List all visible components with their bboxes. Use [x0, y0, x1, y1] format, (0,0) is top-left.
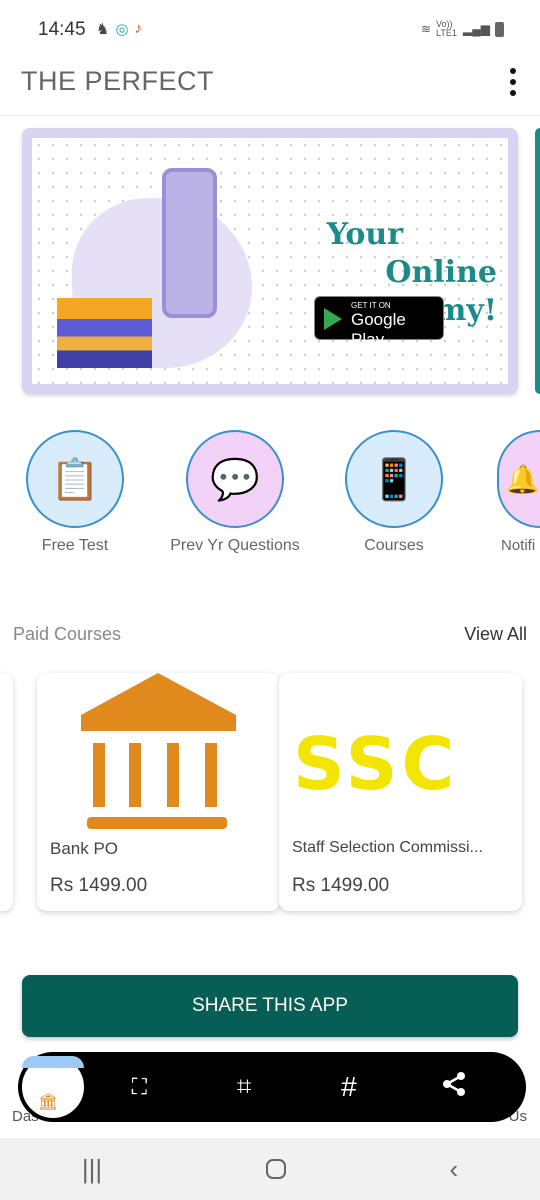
section-title: Paid Courses	[13, 624, 122, 644]
clock: 14:45	[38, 19, 86, 40]
screenshot-toolbar: 🏛 ⛶ ⌗ #	[18, 1052, 526, 1122]
badge-large-text: Google Play	[351, 310, 406, 349]
crop-edit-icon[interactable]: ⌗	[192, 1071, 297, 1103]
question-chat-icon: 💬	[210, 457, 260, 502]
system-nav-bar: ||| ‹	[0, 1138, 540, 1200]
category-free-test[interactable]: 📋 Free Test	[0, 430, 150, 555]
course-name: Staff Selection Commissi...	[292, 839, 483, 856]
network-label: Vo)) LTE1	[436, 19, 457, 38]
view-all-link[interactable]: View All	[464, 624, 527, 645]
test-clipboard-icon: 📋	[50, 457, 100, 502]
phone-illustration	[162, 168, 217, 318]
headline-line-1: Your	[326, 217, 403, 252]
hashtag-icon[interactable]: #	[297, 1071, 402, 1103]
share-app-button[interactable]: SHARE THIS APP	[22, 975, 518, 1037]
back-icon[interactable]: ‹	[449, 1154, 458, 1185]
status-bar: 14:45 ♞ ◎ ♪ ≋ Vo)) LTE1 ▂▄▆	[0, 0, 540, 58]
badge-small-text: GET IT ON	[351, 301, 391, 310]
promo-banner[interactable]: Your Online Academy! GET IT ON Google Pl…	[22, 128, 518, 394]
music-notification-icon: ♪	[134, 20, 143, 37]
ssc-logo: SSC	[279, 673, 522, 828]
category-label: Courses	[364, 537, 424, 554]
battery-icon	[495, 21, 504, 37]
bank-icon	[37, 673, 280, 829]
system-icons: ≋ Vo)) LTE1 ▂▄▆	[421, 20, 504, 38]
course-price: Rs 1499.00	[50, 875, 148, 896]
home-icon[interactable]	[265, 1159, 286, 1179]
app-title: THE PERFECT	[21, 66, 215, 96]
signal-icon: ▂▄▆	[463, 22, 490, 36]
course-name: Bank PO	[50, 839, 119, 858]
google-play-badge[interactable]: GET IT ON Google Play	[314, 296, 444, 349]
recent-apps-icon[interactable]: |||	[82, 1154, 102, 1185]
notification-icons: ♞ ◎ ♪	[96, 20, 142, 38]
course-price: Rs 1499.00	[292, 875, 390, 896]
share-icon[interactable]	[401, 1071, 506, 1104]
bell-icon: 🔔	[505, 463, 540, 495]
book-phone-icon: 📱	[369, 457, 419, 502]
category-notifications[interactable]: 🔔 Notifi	[497, 430, 540, 554]
course-card-partial[interactable]	[0, 673, 13, 911]
screenshot-thumbnail[interactable]: 🏛	[19, 1053, 87, 1121]
app-notification-icon: ◎	[115, 21, 129, 38]
category-courses[interactable]: 📱 Courses	[319, 430, 469, 555]
play-store-icon	[324, 308, 342, 330]
next-banner[interactable]	[535, 128, 540, 394]
category-label: Prev Yr Questions	[170, 537, 300, 554]
notification-icon: ♞	[96, 21, 110, 38]
category-prev-yr-questions[interactable]: 💬 Prev Yr Questions	[160, 430, 310, 555]
ssc-logo-text: SSC	[293, 722, 459, 806]
scroll-capture-icon[interactable]: ⛶	[87, 1074, 192, 1100]
category-label: Notifi	[501, 537, 536, 554]
more-vert-icon[interactable]	[508, 68, 518, 96]
wifi-icon: ≋	[420, 22, 432, 36]
course-card[interactable]: Bank PO Rs 1499.00	[37, 673, 280, 911]
course-card[interactable]: SSC Staff Selection Commissi... Rs 1499.…	[279, 673, 522, 911]
category-row: 📋 Free Test 💬 Prev Yr Questions 📱 Course…	[0, 430, 540, 560]
category-label: Free Test	[41, 537, 109, 554]
books-illustration	[57, 298, 152, 368]
app-bar: THE PERFECT	[0, 58, 540, 116]
